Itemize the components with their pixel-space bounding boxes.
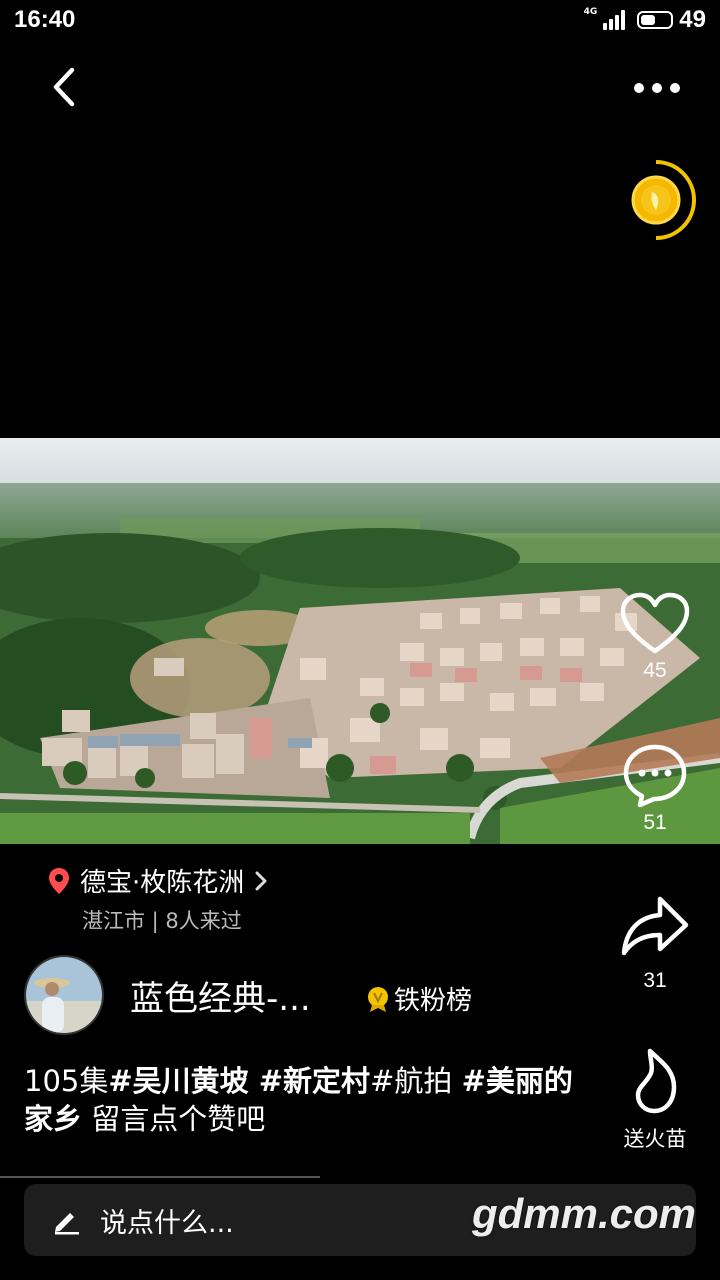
gold-coin-icon	[631, 160, 696, 240]
like-button[interactable]: 45	[590, 591, 720, 683]
location-pin-icon	[49, 867, 69, 894]
comment-placeholder: 说点什么...	[100, 1207, 234, 1239]
comment-count: 51	[643, 811, 667, 834]
heart-icon	[620, 592, 690, 654]
comment-button[interactable]: 51	[590, 743, 720, 835]
ellipsis-dot	[670, 83, 680, 93]
status-indicators: 4G 49	[584, 6, 706, 34]
status-bar: 16:40 4G 49	[0, 0, 720, 40]
battery-level: 49	[679, 6, 706, 33]
fan-rank-button[interactable]: 铁粉榜	[366, 980, 472, 1017]
progress-divider	[0, 1176, 320, 1178]
more-options-button[interactable]	[622, 68, 692, 108]
share-count: 31	[643, 969, 667, 992]
gift-flame-button[interactable]: 送火苗	[590, 1047, 720, 1153]
coin-reward-widget[interactable]	[628, 158, 698, 242]
caption-episode: 105集	[24, 1064, 109, 1098]
like-count: 45	[643, 659, 667, 682]
avatar-image	[26, 957, 102, 1033]
share-arrow-icon	[621, 896, 689, 956]
network-type: 4G	[583, 7, 598, 17]
chevron-right-icon	[255, 871, 267, 890]
status-time: 16:40	[14, 6, 76, 33]
back-button[interactable]	[38, 62, 88, 112]
caption-hashtag-aerial[interactable]: #航拍	[370, 1064, 462, 1098]
watermark: gdmm.com	[471, 1190, 696, 1237]
location-name: 德宝·枚陈花洲	[80, 868, 245, 898]
flame-icon	[635, 1048, 677, 1114]
ellipsis-icon	[634, 83, 644, 93]
pencil-icon	[55, 1213, 79, 1235]
author-name[interactable]: 蓝色经典-...	[130, 971, 311, 1020]
share-button[interactable]: 31	[590, 895, 720, 993]
video-caption: 105集#吴川黄坡 #新定村#航拍 #美丽的家乡 留言点个赞吧	[24, 1062, 584, 1138]
caption-text: 留言点个赞吧	[82, 1102, 266, 1136]
location-subtitle: 湛江市 | 8人来过	[82, 909, 242, 933]
location-tag[interactable]: 德宝·枚陈花洲 湛江市 | 8人来过	[48, 862, 268, 935]
signal-icon	[603, 10, 626, 30]
avatar[interactable]	[24, 955, 104, 1035]
chevron-left-icon	[53, 67, 75, 107]
battery-icon	[637, 11, 674, 29]
ellipsis-dot	[652, 83, 662, 93]
medal-icon	[368, 986, 388, 1012]
caption-hashtags-location[interactable]: #吴川黄坡 #新定村	[108, 1064, 370, 1098]
gift-flame-label: 送火苗	[623, 1128, 687, 1151]
author-row: 蓝色经典-...	[24, 955, 311, 1035]
fan-rank-label: 铁粉榜	[394, 986, 473, 1016]
comment-bubble-icon	[623, 744, 687, 808]
